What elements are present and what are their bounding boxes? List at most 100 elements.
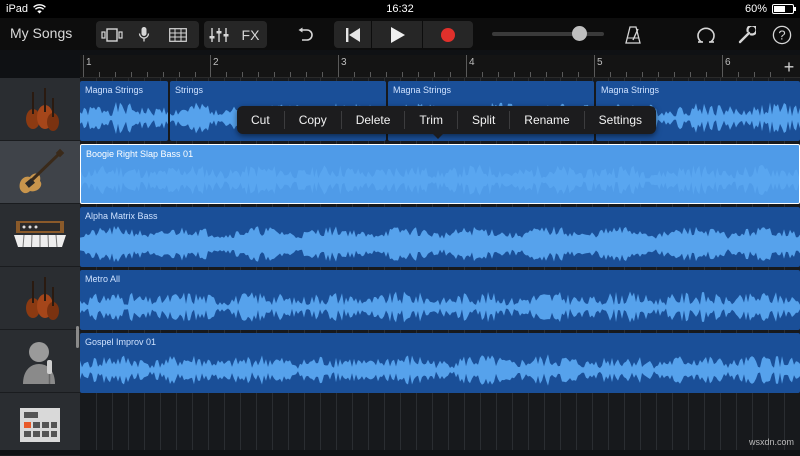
menu-item-settings[interactable]: Settings (585, 106, 656, 134)
audio-region[interactable]: Metro All (80, 270, 800, 330)
ruler-beat-tick (626, 72, 627, 77)
record-dot (441, 28, 455, 42)
ruler-bar-number: 5 (597, 57, 603, 68)
watermark: wsxdn.com (749, 437, 794, 447)
region-name: Boogie Right Slap Bass 01 (86, 149, 193, 159)
menu-item-copy[interactable]: Copy (285, 106, 341, 134)
drum-machine-icon (17, 404, 63, 444)
settings-wrench-icon[interactable] (733, 21, 761, 48)
ruler-bar-tick (210, 55, 211, 77)
ruler-beat-tick (370, 72, 371, 77)
undo-icon[interactable] (292, 21, 318, 48)
metronome-icon[interactable] (619, 21, 647, 48)
ruler-beat-tick (770, 72, 771, 77)
ruler-beat-tick (578, 72, 579, 77)
mix-group: FX (204, 21, 267, 48)
ruler-beat-tick (402, 72, 403, 77)
help-icon[interactable]: ? (768, 21, 796, 48)
audio-region[interactable]: Magna Strings (80, 81, 168, 141)
track-lane[interactable] (80, 393, 800, 450)
region-name: Gospel Improv 01 (85, 337, 156, 347)
ruler-bar-number: 6 (725, 57, 731, 68)
track-lane[interactable]: Alpha Matrix Bass (80, 204, 800, 267)
rewind-icon[interactable] (334, 21, 371, 48)
menu-item-delete[interactable]: Delete (342, 106, 405, 134)
waveform (81, 157, 799, 203)
ruler-beat-tick (642, 72, 643, 77)
ruler-beat-tick (658, 72, 659, 77)
ruler-beat-tick (258, 72, 259, 77)
synth-keyboard-icon (12, 215, 68, 255)
ruler-beat-tick (514, 72, 515, 77)
waveform (80, 95, 168, 141)
record-icon[interactable] (423, 21, 473, 48)
scroll-indicator (76, 326, 79, 348)
ruler-beat-tick (690, 72, 691, 77)
region-name: Alpha Matrix Bass (85, 211, 158, 221)
ruler-bar-tick (722, 55, 723, 77)
audio-region[interactable]: Boogie Right Slap Bass 01 (80, 144, 800, 204)
ruler-bar-tick (594, 55, 595, 77)
track-lane[interactable]: Gospel Improv 01 (80, 330, 800, 393)
track-header-strings-2[interactable] (0, 267, 80, 330)
ruler-bar-tick (83, 55, 84, 77)
track-header-vocal[interactable] (0, 330, 80, 393)
clock: 16:32 (0, 3, 800, 15)
strings-icon (15, 273, 65, 323)
region-name: Magna Strings (601, 85, 659, 95)
browser-icon[interactable] (96, 21, 128, 48)
ruler-beat-tick (290, 72, 291, 77)
loop-icon[interactable] (692, 21, 720, 48)
ruler-bar-number: 2 (213, 57, 219, 68)
track-header-drums[interactable] (0, 393, 80, 456)
audio-region[interactable]: Gospel Improv 01 (80, 333, 800, 393)
ruler-beat-tick (546, 72, 547, 77)
ruler-beat-tick (434, 72, 435, 77)
ruler-beat-tick (306, 72, 307, 77)
my-songs-button[interactable]: My Songs (10, 25, 72, 41)
ruler-bar-number: 1 (86, 57, 92, 68)
track-header-strings[interactable] (0, 78, 80, 141)
ruler-beat-tick (242, 72, 243, 77)
view-group (96, 21, 199, 48)
toolbar: My Songs FX (0, 18, 800, 50)
track-lane[interactable]: Metro All (80, 267, 800, 330)
ruler-beat-tick (482, 72, 483, 77)
ruler-beat-tick (450, 72, 451, 77)
audio-region[interactable]: Alpha Matrix Bass (80, 207, 800, 267)
grid-view-icon[interactable] (160, 21, 196, 48)
volume-slider-track[interactable] (492, 32, 604, 36)
waveform (80, 347, 800, 393)
ruler-beat-tick (418, 72, 419, 77)
transport-group (334, 21, 473, 48)
ruler-beat-tick (179, 72, 180, 77)
strings-icon (15, 84, 65, 134)
waveform (80, 284, 800, 330)
track-header-synth[interactable] (0, 204, 80, 267)
menu-item-split[interactable]: Split (458, 106, 509, 134)
ruler-beat-tick (386, 72, 387, 77)
track-lane[interactable]: Boogie Right Slap Bass 01 (80, 141, 800, 204)
ruler-beat-tick (163, 72, 164, 77)
menu-item-cut[interactable]: Cut (237, 106, 284, 134)
ruler-beat-tick (562, 72, 563, 77)
ruler-beat-tick (195, 72, 196, 77)
region-name: Magna Strings (85, 85, 143, 95)
bass-guitar-icon (14, 147, 66, 197)
mixer-icon[interactable] (204, 21, 234, 48)
add-section-button[interactable]: + (780, 58, 798, 76)
region-name: Strings (175, 85, 203, 95)
svg-text:?: ? (778, 27, 785, 42)
timeline-ruler[interactable]: 123456 (80, 55, 800, 78)
ruler-beat-tick (530, 72, 531, 77)
ruler-beat-tick (354, 72, 355, 77)
menu-item-rename[interactable]: Rename (510, 106, 583, 134)
menu-item-trim[interactable]: Trim (405, 106, 457, 134)
ruler-beat-tick (322, 72, 323, 77)
fx-button[interactable]: FX (234, 21, 267, 48)
microphone-icon[interactable] (128, 21, 160, 48)
track-header-bass[interactable] (0, 141, 80, 204)
ruler-beat-tick (147, 72, 148, 77)
ruler-beat-tick (706, 72, 707, 77)
play-icon[interactable] (372, 21, 422, 48)
